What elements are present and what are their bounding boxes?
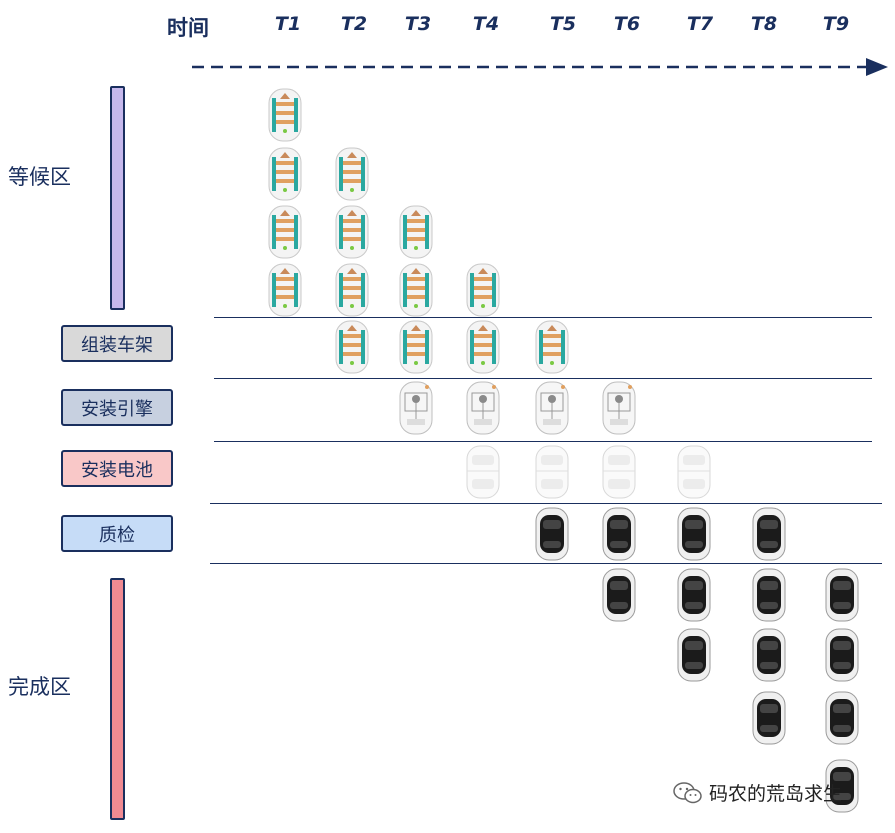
- frame-chassis-icon: [266, 203, 304, 261]
- frame-chassis-icon: [333, 261, 371, 319]
- watermark-text: 码农的荒岛求生: [709, 783, 843, 805]
- frame-chassis-icon: [464, 261, 502, 319]
- wechat-icon: [673, 781, 702, 803]
- completed-zone-bar: [110, 578, 125, 820]
- car-icon: [750, 626, 788, 684]
- battery-chassis-icon: [464, 443, 502, 501]
- car-icon: [675, 566, 713, 624]
- waiting-zone-bar: [110, 86, 125, 310]
- frame-chassis-icon: [266, 86, 304, 144]
- car-icon: [750, 689, 788, 747]
- car-icon: [533, 505, 571, 563]
- stage-battery-install: 安装电池: [61, 450, 173, 487]
- completed-zone-label: 完成区: [8, 675, 71, 699]
- lane-separator: [214, 441, 872, 442]
- frame-chassis-icon: [333, 203, 371, 261]
- car-icon: [823, 626, 861, 684]
- frame-chassis-icon: [464, 318, 502, 376]
- frame-chassis-icon: [266, 145, 304, 203]
- lane-separator: [210, 563, 882, 564]
- engine-chassis-icon: [397, 379, 435, 437]
- waiting-zone-label: 等候区: [8, 165, 71, 189]
- car-icon: [823, 689, 861, 747]
- frame-chassis-icon: [333, 318, 371, 376]
- car-icon: [823, 566, 861, 624]
- engine-chassis-icon: [464, 379, 502, 437]
- frame-chassis-icon: [533, 318, 571, 376]
- stage-frame-assembly: 组装车架: [61, 325, 173, 362]
- car-icon: [600, 505, 638, 563]
- battery-chassis-icon: [675, 443, 713, 501]
- stage-engine-install: 安装引擎: [61, 389, 173, 426]
- frame-chassis-icon: [266, 261, 304, 319]
- engine-chassis-icon: [533, 379, 571, 437]
- car-icon: [675, 505, 713, 563]
- car-icon: [750, 566, 788, 624]
- battery-chassis-icon: [533, 443, 571, 501]
- frame-chassis-icon: [397, 203, 435, 261]
- lane-separator: [210, 503, 882, 504]
- frame-chassis-icon: [397, 318, 435, 376]
- battery-chassis-icon: [600, 443, 638, 501]
- car-icon: [750, 505, 788, 563]
- stage-quality-check: 质检: [61, 515, 173, 552]
- watermark: 码农的荒岛求生: [673, 779, 842, 806]
- car-icon: [675, 626, 713, 684]
- frame-chassis-icon: [333, 145, 371, 203]
- frame-chassis-icon: [397, 261, 435, 319]
- engine-chassis-icon: [600, 379, 638, 437]
- time-arrow-head: [866, 58, 888, 76]
- car-icon: [600, 566, 638, 624]
